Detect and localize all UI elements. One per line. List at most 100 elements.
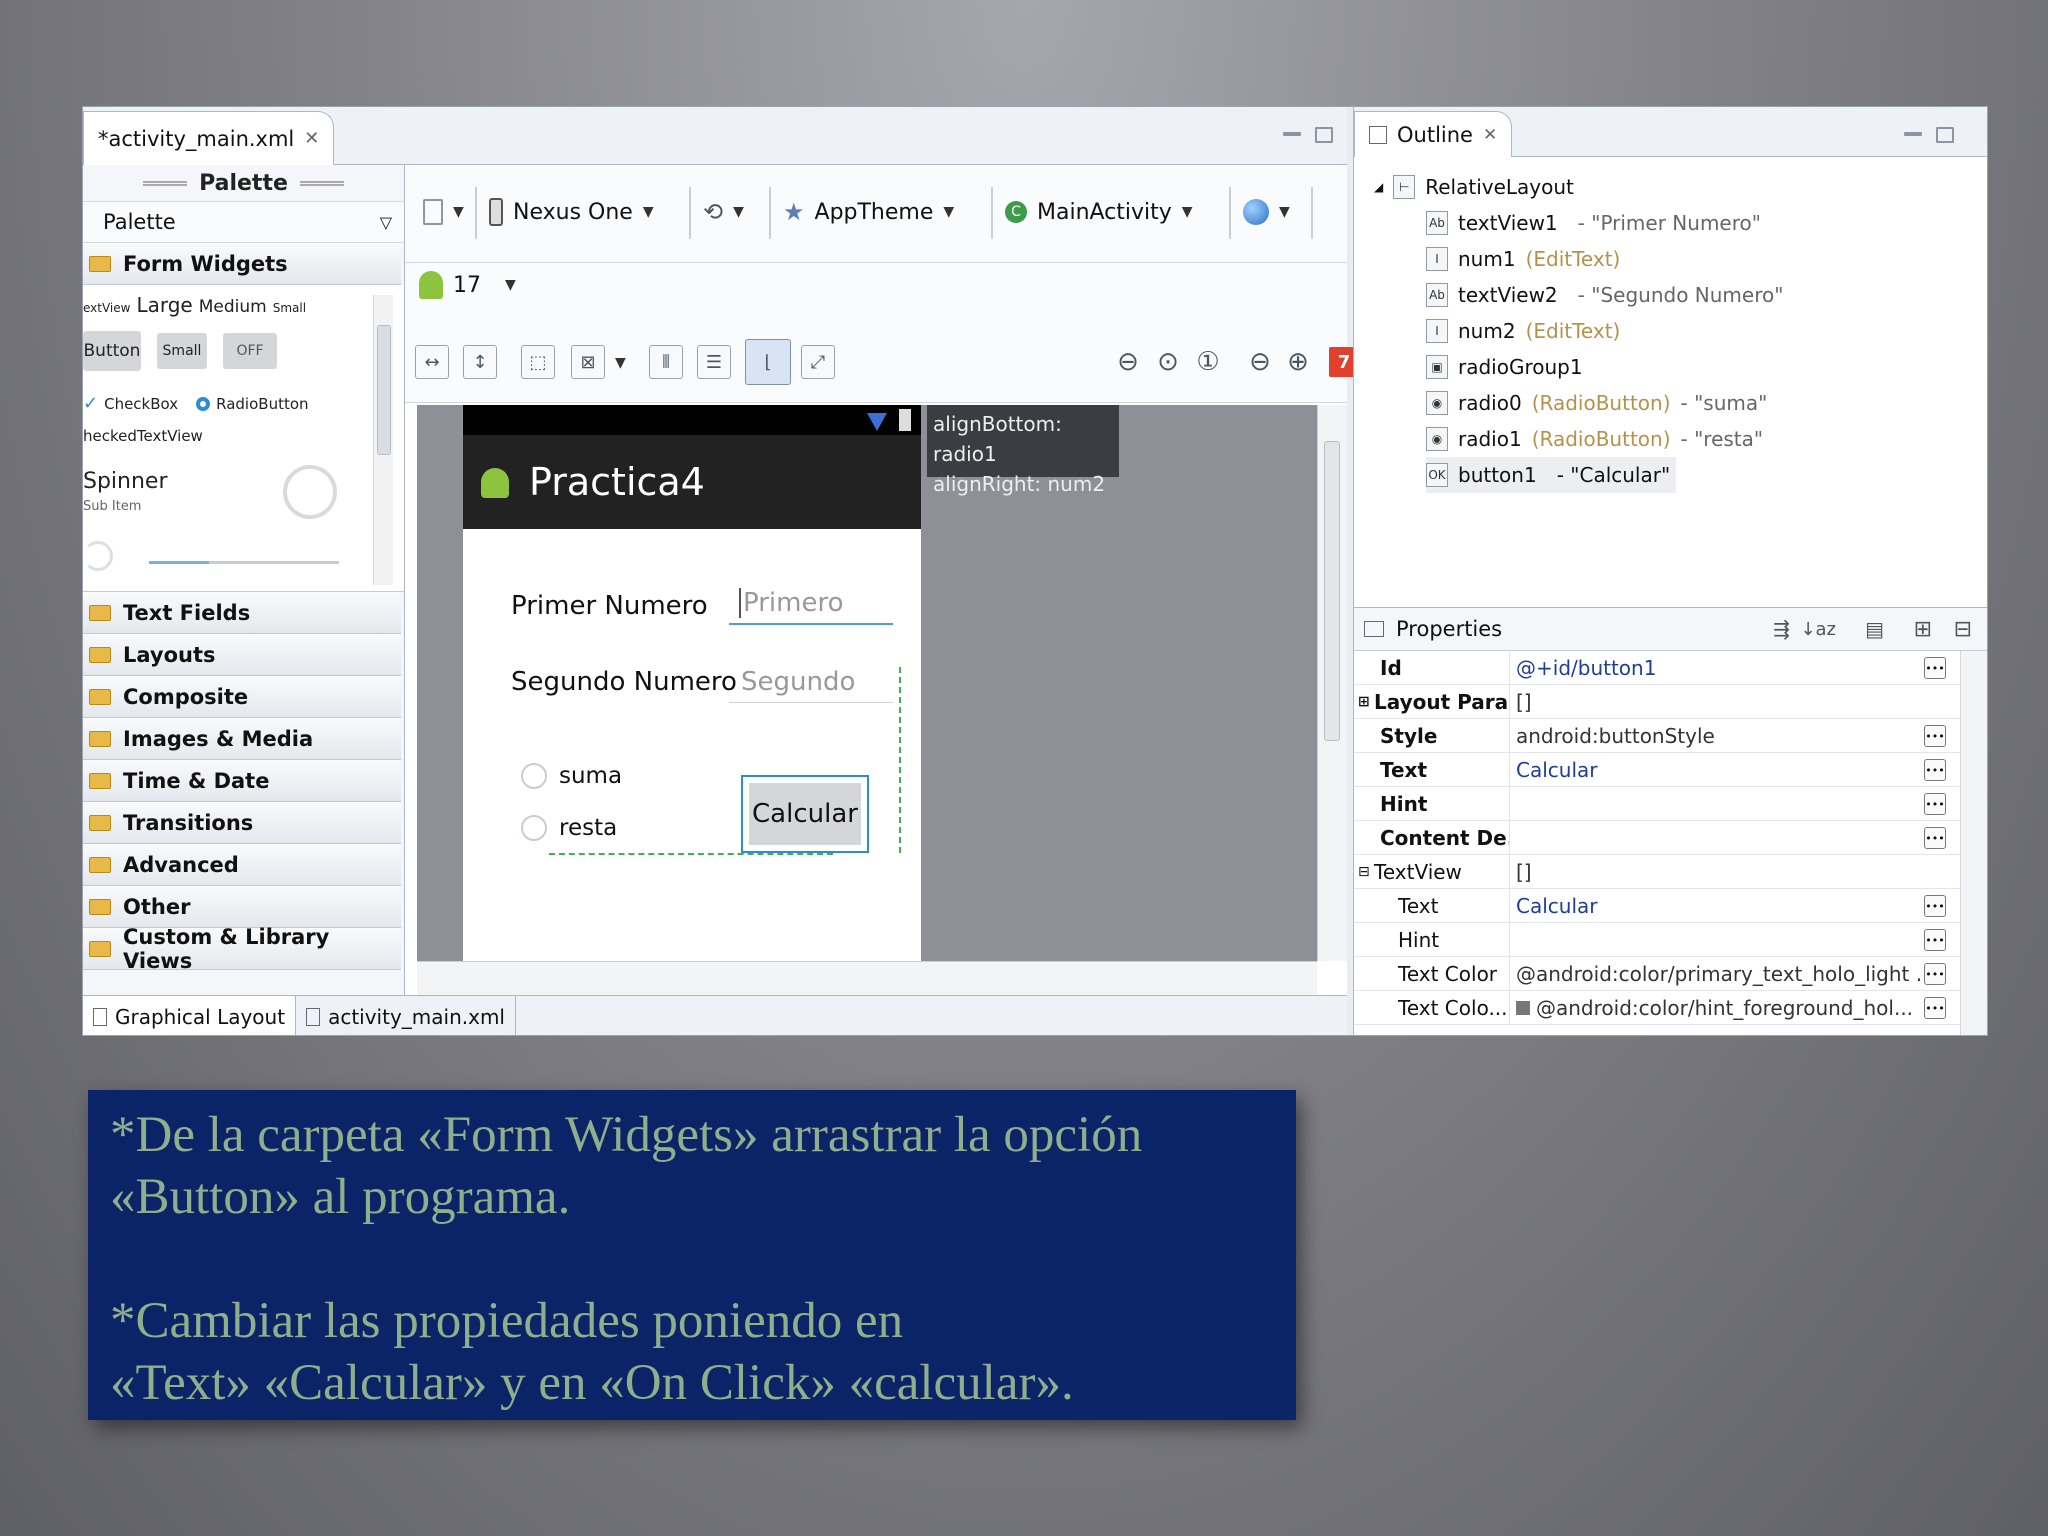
property-value[interactable] <box>1510 923 1987 956</box>
orientation-chooser[interactable]: ⟲ ▼ <box>703 189 744 235</box>
property-row[interactable]: Text Colo... @android:color/hint_foregrou… <box>1354 991 1987 1025</box>
expand-icon[interactable]: ⊞ <box>1358 694 1370 710</box>
resize-icon[interactable]: ⤢ <box>801 345 835 379</box>
close-icon[interactable]: ✕ <box>304 128 319 149</box>
category-form-widgets[interactable]: Form Widgets <box>83 243 401 285</box>
tree-node-root[interactable]: ◢ ⊢ RelativeLayout <box>1374 169 1783 205</box>
collapse-icon[interactable]: ⊟ <box>1358 864 1370 880</box>
property-value[interactable]: android:buttonStyle <box>1510 719 1987 752</box>
zoom-plus-icon[interactable]: ⊕ <box>1281 345 1315 379</box>
activity-chooser[interactable]: C MainActivity ▼ <box>1005 189 1193 235</box>
property-value[interactable]: Calcular <box>1510 753 1987 786</box>
sort-icon[interactable]: ↓az <box>1800 619 1836 640</box>
property-row[interactable]: ⊞Layout Para...[] <box>1354 685 1987 719</box>
property-row[interactable]: Text Color @android:color/primary_text_ho… <box>1354 957 1987 991</box>
input-num2[interactable]: Segundo <box>729 661 893 703</box>
tree-node-radio0[interactable]: ◉ radio0 (RadioButton) - "suma" <box>1426 385 1783 421</box>
ellipsis-button[interactable]: ••• <box>1924 997 1946 1019</box>
property-row[interactable]: Hint ••• <box>1354 923 1987 957</box>
fill-width-icon[interactable]: ↔ <box>415 345 449 379</box>
canvas-vertical-scrollbar[interactable] <box>1317 405 1347 961</box>
ellipsis-button[interactable]: ••• <box>1924 793 1946 815</box>
close-icon[interactable]: ✕ <box>1483 125 1497 145</box>
ellipsis-button[interactable]: ••• <box>1924 827 1946 849</box>
property-value[interactable]: @android:color/primary_text_holo_light .… <box>1510 957 1987 990</box>
ellipsis-button[interactable]: ••• <box>1924 759 1946 781</box>
property-row[interactable]: Hint ••• <box>1354 787 1987 821</box>
margins-icon[interactable]: ⬚ <box>521 345 555 379</box>
palette-scrollbar[interactable] <box>373 295 393 585</box>
gravity-icon[interactable]: ⊠ <box>571 345 605 379</box>
category-advanced[interactable]: Advanced <box>83 844 401 886</box>
properties-scrollbar[interactable] <box>1960 651 1987 1035</box>
tree-node-radio1[interactable]: ◉ radio1 (RadioButton) - "resta" <box>1426 421 1783 457</box>
ellipsis-button[interactable]: ••• <box>1924 929 1946 951</box>
tree-node-textview1[interactable]: Ab textView1 - "Primer Numero" <box>1426 205 1783 241</box>
property-value[interactable]: [] <box>1510 685 1987 718</box>
advanced-icon[interactable]: ▤ <box>1865 617 1884 641</box>
category-other[interactable]: Other <box>83 886 401 928</box>
ellipsis-button[interactable]: ••• <box>1924 963 1946 985</box>
tree-node-radiogroup1[interactable]: ▣ radioGroup1 <box>1426 349 1783 385</box>
category-composite[interactable]: Composite <box>83 676 401 718</box>
filter-icon[interactable]: ⇶ <box>1773 617 1790 641</box>
category-time-date[interactable]: Time & Date <box>83 760 401 802</box>
input-num1[interactable]: Primero <box>729 583 893 625</box>
distribute-h-icon[interactable]: ⫴ <box>649 345 683 379</box>
category-custom-library[interactable]: Custom & Library Views <box>83 925 401 973</box>
property-value[interactable] <box>1510 821 1987 854</box>
tab-outline[interactable]: Outline ✕ <box>1354 111 1513 157</box>
widget-checkedtextview[interactable]: heckedTextView <box>83 427 203 445</box>
locale-chooser[interactable]: ▼ <box>1243 189 1290 235</box>
widget-medium-text[interactable]: Medium <box>199 297 267 317</box>
property-value[interactable]: @android:color/hint_foreground_hol... <box>1510 991 1987 1024</box>
label-segundo-numero[interactable]: Segundo Numero <box>511 667 737 697</box>
selected-button-frame[interactable]: Calcular <box>741 775 869 853</box>
zoom-out-icon[interactable]: ⊖ <box>1111 345 1145 379</box>
ellipsis-button[interactable]: ••• <box>1924 657 1946 679</box>
widget-small-text[interactable]: Small <box>273 301 306 315</box>
tab-activity-main[interactable]: *activity_main.xml ✕ <box>83 111 335 165</box>
property-row[interactable]: Id @+id/button1 ••• <box>1354 651 1987 685</box>
config-chooser-button[interactable]: ▼ <box>423 189 464 235</box>
api-level-chooser[interactable]: 17 ▼ <box>419 271 516 299</box>
radio-resta[interactable]: resta <box>521 815 617 841</box>
canvas-horizontal-scrollbar[interactable] <box>417 961 1317 995</box>
property-row[interactable]: ⊟ TextView[] <box>1354 855 1987 889</box>
ellipsis-button[interactable]: ••• <box>1924 725 1946 747</box>
widget-toggle-button[interactable]: OFF <box>223 333 277 369</box>
property-value[interactable]: @+id/button1 <box>1510 651 1987 684</box>
widget-radiobutton[interactable]: RadioButton <box>216 395 308 413</box>
widget-spinner[interactable]: Spinner <box>83 469 168 494</box>
widget-button[interactable]: Button <box>83 331 141 371</box>
category-text-fields[interactable]: Text Fields <box>83 592 401 634</box>
device-chooser[interactable]: Nexus One ▼ <box>489 189 654 235</box>
chevron-down-icon[interactable]: ▼ <box>615 355 626 371</box>
property-value[interactable]: [] <box>1510 855 1987 888</box>
minimize-icon[interactable] <box>1904 132 1922 136</box>
property-row[interactable]: Style android:buttonStyle ••• <box>1354 719 1987 753</box>
tree-node-button1[interactable]: OK button1 - "Calcular" <box>1426 457 1677 493</box>
widget-checkbox[interactable]: CheckBox <box>104 395 178 413</box>
palette-dropdown[interactable]: Palette ▽ <box>83 201 404 243</box>
zoom-fit-icon[interactable]: ⊙ <box>1151 345 1185 379</box>
tree-node-num1[interactable]: Inum1 (EditText) <box>1426 241 1783 277</box>
widget-large-text[interactable]: Large <box>136 293 192 317</box>
radio-suma[interactable]: suma <box>521 763 622 789</box>
property-row[interactable]: Text Calcular ••• <box>1354 889 1987 923</box>
category-layouts[interactable]: Layouts <box>83 634 401 676</box>
minimize-icon[interactable] <box>1283 132 1301 136</box>
fill-height-icon[interactable]: ↕ <box>463 345 497 379</box>
category-images-media[interactable]: Images & Media <box>83 718 401 760</box>
property-row[interactable]: Content De... ••• <box>1354 821 1987 855</box>
widget-small-button[interactable]: Small <box>157 333 207 369</box>
progress-spinner-icon[interactable] <box>283 465 337 519</box>
zoom-minus-icon[interactable]: ⊖ <box>1243 345 1277 379</box>
collapse-icon[interactable]: ◢ <box>1374 180 1383 194</box>
tree-node-textview2[interactable]: Ab textView2 - "Segundo Numero" <box>1426 277 1783 313</box>
maximize-icon[interactable] <box>1315 127 1333 143</box>
baseline-icon[interactable]: ⌊ <box>745 339 791 385</box>
property-value[interactable]: Calcular <box>1510 889 1987 922</box>
theme-chooser[interactable]: ★ AppTheme ▼ <box>783 189 954 235</box>
progress-bar[interactable] <box>149 561 339 564</box>
